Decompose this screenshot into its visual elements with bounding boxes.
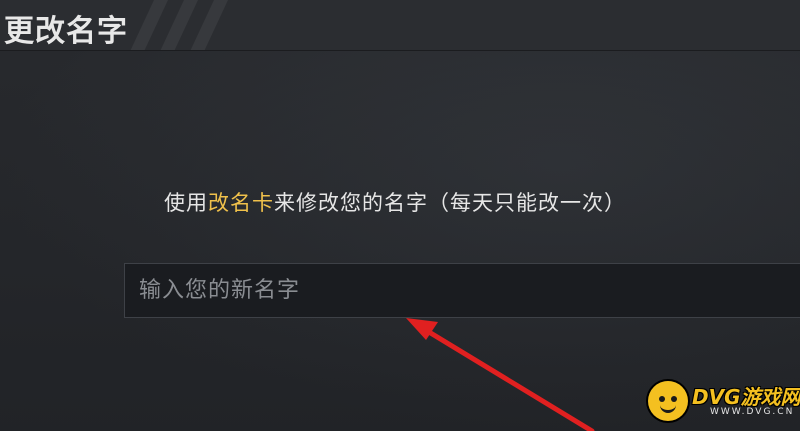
watermark-name: DVG游戏网: [692, 385, 800, 409]
annotation-arrow: [406, 318, 595, 431]
watermark: DVG游戏网 WWW.DVG.CN: [648, 377, 800, 427]
watermark-logo-icon: [648, 381, 688, 421]
watermark-url: WWW.DVG.CN: [710, 407, 795, 417]
